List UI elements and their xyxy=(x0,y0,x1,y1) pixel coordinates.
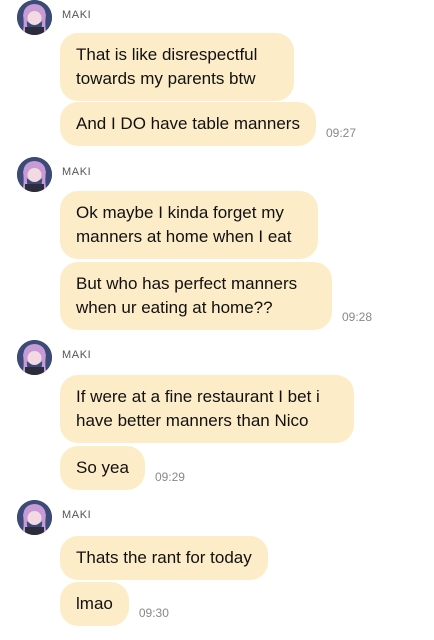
chat-thread: MAKI That is like disrespectful towards … xyxy=(0,0,434,640)
message-row: That is like disrespectful towards my pa… xyxy=(60,33,294,101)
message-bubble[interactable]: So yea xyxy=(60,446,145,490)
message-timestamp: 09:30 xyxy=(138,606,169,620)
avatar[interactable] xyxy=(17,340,52,375)
avatar-image xyxy=(17,157,52,192)
sender-name: MAKI xyxy=(62,166,92,178)
message-bubble[interactable]: If were at a fine restaurant I bet i hav… xyxy=(60,375,354,443)
avatar-image xyxy=(17,0,52,35)
message-row: Thats the rant for today xyxy=(60,536,268,580)
message-row: If were at a fine restaurant I bet i hav… xyxy=(60,375,354,443)
avatar[interactable] xyxy=(17,500,52,535)
avatar-image xyxy=(17,340,52,375)
message-timestamp: 09:28 xyxy=(342,310,373,324)
message-bubble[interactable]: Thats the rant for today xyxy=(60,536,268,580)
message-timestamp: 09:27 xyxy=(325,126,356,140)
avatar[interactable] xyxy=(17,157,52,192)
message-row: So yea 09:29 xyxy=(60,446,185,490)
message-row: Ok maybe I kinda forget my manners at ho… xyxy=(60,191,318,259)
message-bubble[interactable]: But who has perfect manners when ur eati… xyxy=(60,262,332,330)
message-row: lmao 09:30 xyxy=(60,582,169,626)
message-row: And I DO have table manners 09:27 xyxy=(60,102,356,146)
message-timestamp: 09:29 xyxy=(154,470,185,484)
message-bubble[interactable]: That is like disrespectful towards my pa… xyxy=(60,33,294,101)
message-row: But who has perfect manners when ur eati… xyxy=(60,262,372,330)
avatar[interactable] xyxy=(17,0,52,35)
message-bubble[interactable]: lmao xyxy=(60,582,129,626)
avatar-image xyxy=(17,500,52,535)
sender-name: MAKI xyxy=(62,9,92,21)
message-bubble[interactable]: Ok maybe I kinda forget my manners at ho… xyxy=(60,191,318,259)
message-bubble[interactable]: And I DO have table manners xyxy=(60,102,316,146)
sender-name: MAKI xyxy=(62,509,92,521)
sender-name: MAKI xyxy=(62,349,92,361)
